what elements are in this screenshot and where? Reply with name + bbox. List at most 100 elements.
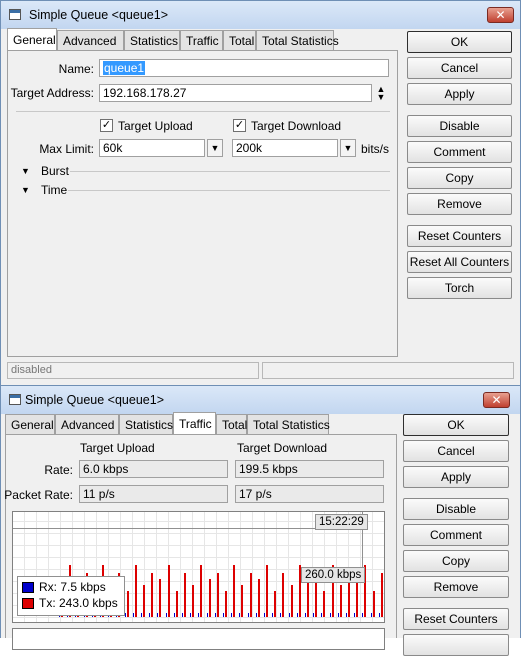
tx-bar <box>168 565 170 617</box>
status-bar: disabled <box>7 362 259 379</box>
tx-bar <box>307 579 309 617</box>
sort-updown-icon[interactable]: ▲ ▼ <box>374 85 388 102</box>
rx-bar <box>264 613 265 617</box>
graph-legend: Rx: 7.5 kbps Tx: 243.0 kbps <box>17 576 125 616</box>
target-address-label: Target Address: <box>10 86 94 100</box>
tab-general[interactable]: General <box>5 414 55 434</box>
graph-max-label: 260.0 kbps <box>301 567 366 583</box>
target-upload-checkbox[interactable]: ✓ <box>100 119 113 132</box>
window-icon <box>9 9 21 20</box>
rx-bar <box>239 613 240 617</box>
rate-label: Rate: <box>44 463 73 477</box>
packet-rate-download-field: 17 p/s <box>235 485 384 503</box>
rx-bar <box>141 613 142 617</box>
max-limit-upload-field[interactable]: 60k <box>99 139 205 157</box>
rx-bar <box>362 613 363 617</box>
rx-bar <box>223 613 224 617</box>
target-download-label: Target Download <box>251 119 342 133</box>
collapse-triangle-icon[interactable]: ▼ <box>21 185 30 195</box>
tx-bar <box>274 591 276 617</box>
next-button-edge[interactable] <box>403 634 509 656</box>
comment-button[interactable]: Comment <box>407 141 512 163</box>
target-download-checkbox[interactable]: ✓ <box>233 119 246 132</box>
max-limit-download-field[interactable]: 200k <box>232 139 338 157</box>
separator <box>16 111 390 112</box>
cancel-button[interactable]: Cancel <box>403 440 509 462</box>
time-separator <box>68 190 390 191</box>
remove-button[interactable]: Remove <box>407 193 512 215</box>
name-value: queue1 <box>103 61 146 75</box>
comment-button[interactable]: Comment <box>403 524 509 546</box>
tab-total-statistics[interactable]: Total Statistics <box>256 30 339 50</box>
tab-traffic[interactable]: Traffic <box>180 30 223 50</box>
name-field[interactable]: queue1 <box>99 59 389 77</box>
tx-bar <box>250 573 252 617</box>
dropdown-arrow-icon[interactable]: ▼ <box>207 139 223 157</box>
collapse-triangle-icon[interactable]: ▼ <box>21 166 30 176</box>
dropdown-arrow-icon[interactable]: ▼ <box>340 139 356 157</box>
rx-bar <box>280 613 281 617</box>
tab-total-statistics[interactable]: Total Statistics <box>247 414 330 434</box>
tab-traffic[interactable]: Traffic <box>173 412 216 434</box>
rx-swatch <box>22 582 34 593</box>
reset-all-counters-button[interactable]: Reset All Counters <box>407 251 512 273</box>
tx-bar <box>143 585 145 617</box>
rx-bar <box>174 613 175 617</box>
legend-rx: Rx: 7.5 kbps <box>39 580 106 594</box>
tx-bar <box>323 591 325 617</box>
tx-swatch <box>22 598 34 609</box>
tx-bar <box>151 573 153 617</box>
rx-bar <box>157 613 158 617</box>
graph-time-label: 15:22:29 <box>315 514 368 530</box>
tab-statistics[interactable]: Statistics <box>119 414 173 434</box>
rx-bar <box>338 613 339 617</box>
tx-bar <box>209 579 211 617</box>
ok-button[interactable]: OK <box>403 414 509 436</box>
title-bar[interactable]: Simple Queue <queue1> ✕ <box>1 386 520 414</box>
apply-button[interactable]: Apply <box>403 466 509 488</box>
torch-button[interactable]: Torch <box>407 277 512 299</box>
window-title: Simple Queue <queue1> <box>29 8 168 22</box>
remove-button[interactable]: Remove <box>403 576 509 598</box>
rx-bar <box>321 613 322 617</box>
tab-statistics[interactable]: Statistics <box>124 30 180 50</box>
name-label: Name: <box>58 62 94 76</box>
tx-bar <box>266 565 268 617</box>
tx-bar <box>258 579 260 617</box>
general-panel: Name: queue1 Target Address: 192.168.178… <box>7 50 398 357</box>
title-bar[interactable]: Simple Queue <queue1> ✕ <box>1 1 520 29</box>
tab-general[interactable]: General <box>7 28 57 50</box>
rx-bar <box>207 613 208 617</box>
tx-bar <box>192 585 194 617</box>
rx-bar <box>133 613 134 617</box>
grid-line <box>13 545 384 546</box>
apply-button[interactable]: Apply <box>407 83 512 105</box>
tab-advanced[interactable]: Advanced <box>57 30 124 50</box>
tx-bar <box>282 573 284 617</box>
burst-section-label[interactable]: Burst <box>41 164 69 178</box>
close-button[interactable]: ✕ <box>487 7 514 23</box>
tab-total[interactable]: Total <box>223 30 256 50</box>
target-address-field[interactable]: 192.168.178.27 <box>99 84 372 102</box>
time-section-label[interactable]: Time <box>41 183 67 197</box>
window-icon <box>9 394 21 405</box>
cancel-button[interactable]: Cancel <box>407 57 512 79</box>
copy-button[interactable]: Copy <box>403 550 509 572</box>
tx-bar <box>233 565 235 617</box>
col-upload-header: Target Upload <box>80 441 155 455</box>
tx-bar <box>291 585 293 617</box>
rx-bar <box>330 613 331 617</box>
reset-counters-button[interactable]: Reset Counters <box>403 608 509 630</box>
traffic-graph: 15:22:29 260.0 kbps Rx: 7.5 kbps Tx: 243… <box>12 511 385 623</box>
disable-button[interactable]: Disable <box>403 498 509 520</box>
rx-bar <box>272 613 273 617</box>
ok-button[interactable]: OK <box>407 31 512 53</box>
tx-bar <box>159 579 161 617</box>
copy-button[interactable]: Copy <box>407 167 512 189</box>
tab-advanced[interactable]: Advanced <box>55 414 119 434</box>
close-button[interactable]: ✕ <box>483 392 510 408</box>
tab-total[interactable]: Total <box>216 414 247 434</box>
reset-counters-button[interactable]: Reset Counters <box>407 225 512 247</box>
disable-button[interactable]: Disable <box>407 115 512 137</box>
legend-tx: Tx: 243.0 kbps <box>39 596 118 610</box>
